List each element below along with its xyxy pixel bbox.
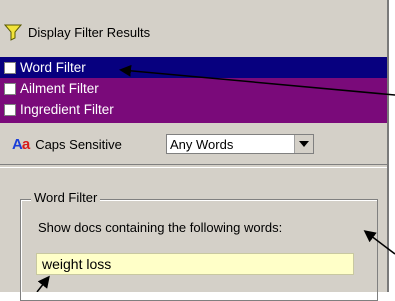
callout-arrow-word-filter <box>119 64 395 96</box>
callout-arrows <box>36 64 395 292</box>
callout-arrow-input <box>36 275 50 292</box>
callout-arrow-description <box>363 230 395 255</box>
